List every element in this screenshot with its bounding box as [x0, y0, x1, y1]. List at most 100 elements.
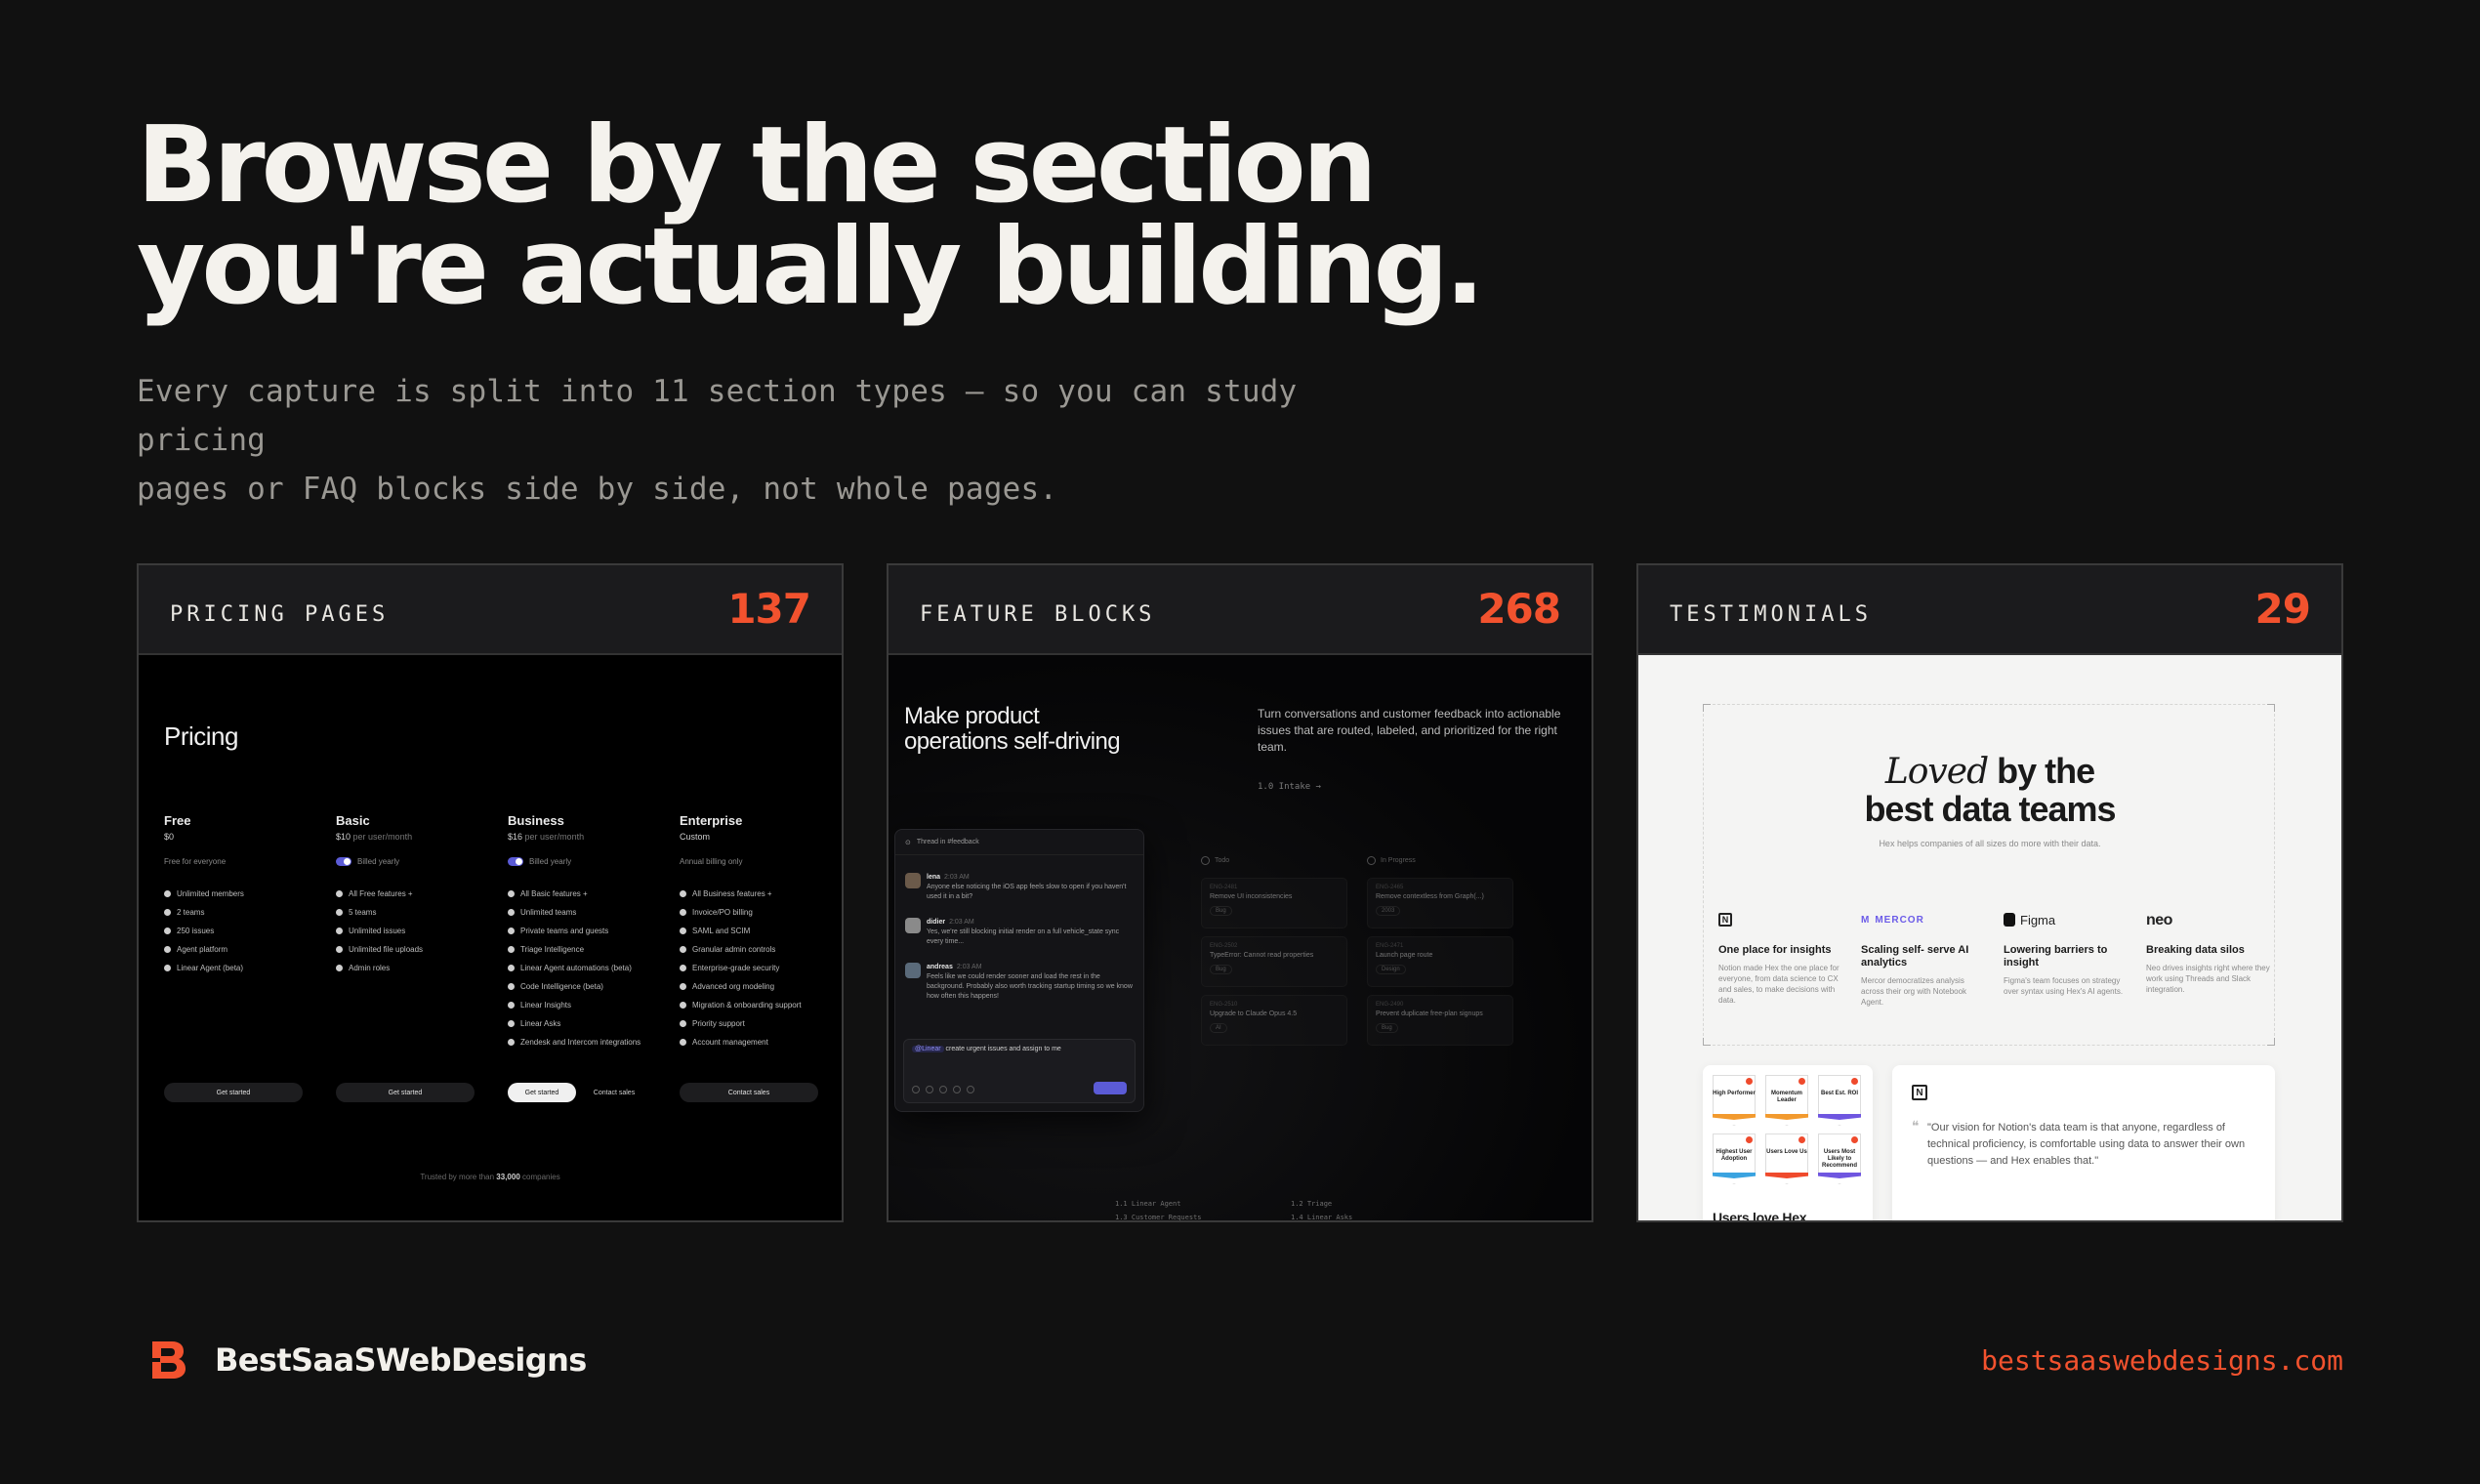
- plan-name: Free: [164, 813, 191, 828]
- contact-sales-button[interactable]: Contact sales: [680, 1083, 818, 1102]
- testimonial-column-figma: Figma Lowering barriers to insight Figma…: [2004, 911, 2129, 997]
- plan-column-enterprise: Enterprise Custom Annual billing only Al…: [680, 813, 836, 1051]
- card-count: 268: [1477, 585, 1561, 633]
- g2-badge: Highest User Adoption: [1713, 1134, 1756, 1184]
- mention-icon[interactable]: [953, 1086, 961, 1093]
- trusted-by-count: 33,000: [496, 1173, 520, 1181]
- page-subtitle-line-2: pages or FAQ blocks side by side, not wh…: [137, 472, 1058, 507]
- preview-heading: Pricing: [164, 721, 238, 751]
- plan-feature: Linear Agent (beta): [164, 959, 320, 977]
- page-title-line-2: you're actually building.: [137, 206, 1485, 328]
- message-time: 2:03 AM: [949, 919, 974, 926]
- issue-ticket[interactable]: ENG-2510 Upgrade to Claude Opus 4.5 AI: [1201, 995, 1347, 1046]
- billing-toggle[interactable]: [508, 856, 523, 866]
- preview-description: Turn conversations and customer feedback…: [1258, 707, 1561, 754]
- plan-feature-list: All Free features + 5 teams Unlimited is…: [336, 885, 492, 977]
- plan-feature: Priority support: [680, 1014, 836, 1033]
- plan-name: Basic: [336, 813, 370, 828]
- get-started-button[interactable]: Get started: [508, 1083, 576, 1102]
- message-composer[interactable]: @Linear create urgent issues and assign …: [903, 1039, 1136, 1103]
- notion-logo: N: [1718, 911, 1843, 928]
- ticket-title: TypeError: Cannot read properties: [1210, 952, 1314, 959]
- g2-badge: High Performer: [1713, 1075, 1756, 1126]
- g2-icon: [1798, 1136, 1805, 1143]
- badge-band: [1818, 1114, 1861, 1120]
- thread-message: lena 2:03 AM Anyone else noticing the iOS…: [905, 873, 1136, 902]
- trusted-by-note: Trusted by more than 33,000 companies: [139, 1173, 842, 1181]
- plan-feature: 2 teams: [164, 903, 320, 922]
- avatar: [905, 873, 921, 888]
- format-icon[interactable]: [926, 1086, 933, 1093]
- card-feature-blocks[interactable]: FEATURE BLOCKS 268 Make product operatio…: [887, 563, 1593, 1222]
- heading-rest: by the: [1997, 751, 2095, 791]
- card-pricing-pages[interactable]: PRICING PAGES 137 Pricing Free $0 Free f…: [137, 563, 844, 1222]
- issue-ticket[interactable]: ENG-2490 Prevent duplicate free-plan sig…: [1367, 995, 1513, 1046]
- plan-feature-list: All Basic features + Unlimited teams Pri…: [508, 885, 664, 1051]
- issue-ticket[interactable]: ENG-2465 Remove contextless from Graph(.…: [1367, 878, 1513, 928]
- subsection-link[interactable]: 1.3 Customer Requests: [1115, 1211, 1202, 1220]
- plan-note-text: Annual billing only: [680, 856, 743, 866]
- message-time: 2:03 AM: [944, 874, 970, 881]
- plan-note: Free for everyone: [164, 855, 320, 867]
- g2-icon: [1851, 1078, 1858, 1085]
- b-logo-icon: [152, 1341, 186, 1379]
- composer-text: create urgent issues and assign to me: [945, 1046, 1061, 1052]
- send-button[interactable]: [1094, 1082, 1127, 1094]
- plan-feature: Linear Insights: [508, 996, 664, 1014]
- notion-icon: N: [1912, 1085, 1927, 1100]
- get-started-button[interactable]: Get started: [336, 1083, 475, 1102]
- subsection-link[interactable]: 1.1 Linear Agent: [1115, 1197, 1202, 1211]
- plan-feature: Triage Intelligence: [508, 940, 664, 959]
- composer-toolbar: [912, 1086, 974, 1093]
- quote-icon: ❝: [1912, 1118, 1920, 1134]
- frame-corner: [1703, 1038, 1711, 1046]
- plan-price: $0: [164, 832, 320, 842]
- testimonial-text: Mercor democratizes analysis across thei…: [1861, 976, 1967, 1007]
- testimonial-headline: Lowering barriers to insight: [2004, 944, 2108, 969]
- ticket-id: ENG-2465: [1376, 885, 1404, 890]
- issue-ticket[interactable]: ENG-2471 Launch page route Design: [1367, 936, 1513, 987]
- issue-ticket[interactable]: ENG-2502 TypeError: Cannot read properti…: [1201, 936, 1347, 987]
- ticket-id: ENG-2502: [1210, 943, 1238, 949]
- author-name: andreas: [927, 964, 953, 970]
- ticket-tag: AI: [1210, 1023, 1227, 1033]
- badge-band: [1818, 1173, 1861, 1178]
- quote-card: N ❝ "Our vision for Notion's data team i…: [1892, 1065, 2275, 1220]
- badge-band: [1713, 1173, 1756, 1178]
- intake-link[interactable]: 1.0 Intake →: [1258, 782, 1321, 792]
- brand[interactable]: BestSaaSWebDesigns: [152, 1341, 587, 1379]
- avatar: [905, 963, 921, 978]
- plus-icon[interactable]: [912, 1086, 920, 1093]
- plan-feature: SAML and SCIM: [680, 922, 836, 940]
- preview-subheading: Hex helps companies of all sizes do more…: [1879, 839, 2101, 848]
- hash-icon: ⊙: [905, 839, 911, 846]
- attach-icon[interactable]: [967, 1086, 974, 1093]
- ticket-tag: Bug: [1376, 1023, 1398, 1033]
- frame-corner: [2267, 704, 2275, 712]
- card-count: 29: [2254, 585, 2311, 633]
- subsection-link[interactable]: 1.4 Linear Asks: [1291, 1211, 1352, 1220]
- testimonial-headline: One place for insights: [1718, 944, 1832, 956]
- plan-feature: 250 issues: [164, 922, 320, 940]
- contact-sales-button[interactable]: Contact sales: [580, 1083, 648, 1102]
- emoji-icon[interactable]: [939, 1086, 947, 1093]
- billing-toggle[interactable]: [336, 856, 351, 866]
- preview-heading: Make product operations self-driving: [904, 704, 1121, 755]
- website-link[interactable]: bestsaaswebdesigns.com: [1981, 1344, 2343, 1377]
- subsection-link[interactable]: 1.2 Triage: [1291, 1197, 1352, 1211]
- get-started-button[interactable]: Get started: [164, 1083, 303, 1102]
- issue-ticket[interactable]: ENG-2481 Remove UI inconsistencies Bug: [1201, 878, 1347, 928]
- plan-feature-list: All Business features + Invoice/PO billi…: [680, 885, 836, 1051]
- plan-feature: Migration & onboarding support: [680, 996, 836, 1014]
- card-preview-features: Make product operations self-driving Tur…: [889, 655, 1591, 1220]
- page-subtitle-line-1: Every capture is split into 11 section t…: [137, 374, 1298, 458]
- plan-feature: All Basic features +: [508, 885, 664, 903]
- subsection-links-left: 1.1 Linear Agent 1.3 Customer Requests: [1115, 1197, 1202, 1220]
- plan-feature: Linear Asks: [508, 1014, 664, 1033]
- board-column-label: Todo: [1215, 856, 1230, 864]
- plan-note-text: Free for everyone: [164, 856, 227, 866]
- plan-note-text: Billed yearly: [357, 856, 400, 866]
- testimonial-column-mercor: M MERCOR Scaling self- serve AI analytics…: [1861, 911, 1986, 1008]
- card-testimonials[interactable]: TESTIMONIALS 29 Loved by the best data t…: [1636, 563, 2343, 1222]
- testimonial-text: Neo drives insights right where they wor…: [2146, 964, 2270, 994]
